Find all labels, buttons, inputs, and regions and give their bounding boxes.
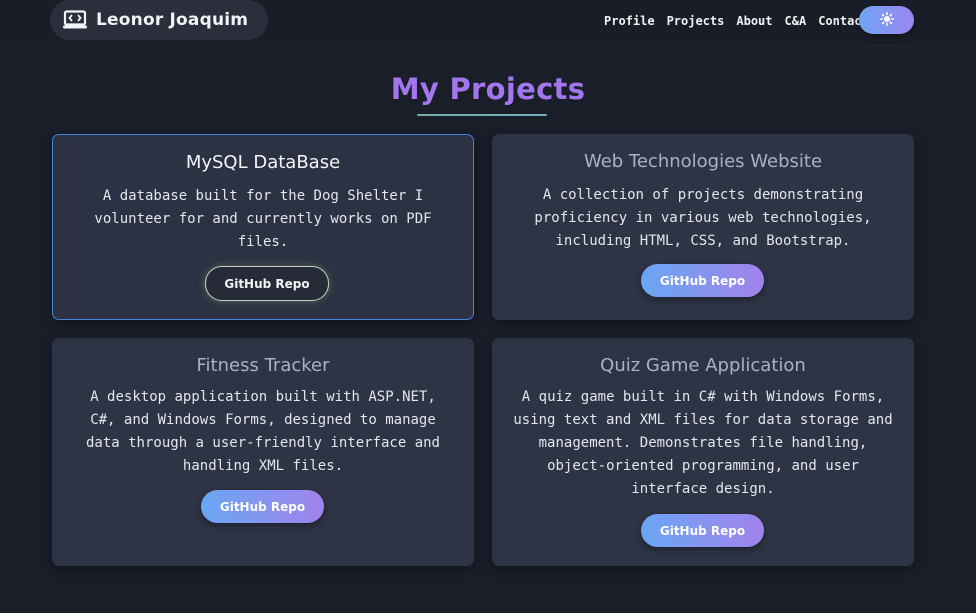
project-title: Web Technologies Website [583, 151, 823, 172]
project-title: Fitness Tracker [196, 355, 330, 376]
brand-logo-link[interactable]: Leonor Joaquim [50, 0, 268, 40]
laptop-code-icon [62, 9, 90, 31]
sun-icon [879, 11, 894, 30]
project-title: Quiz Game Application [600, 355, 806, 376]
project-card-fitness: Fitness Tracker A desktop application bu… [52, 338, 474, 566]
brand-name: Leonor Joaquim [96, 10, 249, 30]
project-title: MySQL DataBase [185, 152, 341, 173]
project-card-mysql: MySQL DataBase A database built for the … [52, 134, 474, 320]
project-description: A database built for the Dog Shelter I v… [94, 188, 432, 250]
github-repo-button[interactable]: GitHub Repo [201, 490, 324, 523]
nav-link-ca[interactable]: C&A [785, 14, 807, 28]
title-underline [417, 114, 547, 116]
top-navbar: Leonor Joaquim Profile Projects About C&… [0, 0, 976, 46]
page-title: My Projects [390, 72, 586, 106]
project-card-web-tech: Web Technologies Website A collection of… [492, 134, 914, 320]
project-description: A collection of projects demonstrating p… [534, 187, 872, 249]
project-description: A quiz game built in C# with Windows For… [513, 389, 893, 497]
github-repo-button[interactable]: GitHub Repo [641, 514, 764, 547]
nav-link-profile[interactable]: Profile [604, 14, 655, 28]
main-nav: Profile Projects About C&A Contact [604, 12, 869, 30]
theme-toggle-button[interactable] [859, 6, 914, 34]
github-repo-button[interactable]: GitHub Repo [641, 264, 764, 297]
github-repo-button[interactable]: GitHub Repo [205, 266, 329, 301]
project-description: A desktop application built with ASP.NET… [85, 389, 440, 474]
nav-link-about[interactable]: About [736, 14, 772, 28]
nav-link-projects[interactable]: Projects [667, 14, 725, 28]
project-card-quiz: Quiz Game Application A quiz game built … [492, 338, 914, 566]
